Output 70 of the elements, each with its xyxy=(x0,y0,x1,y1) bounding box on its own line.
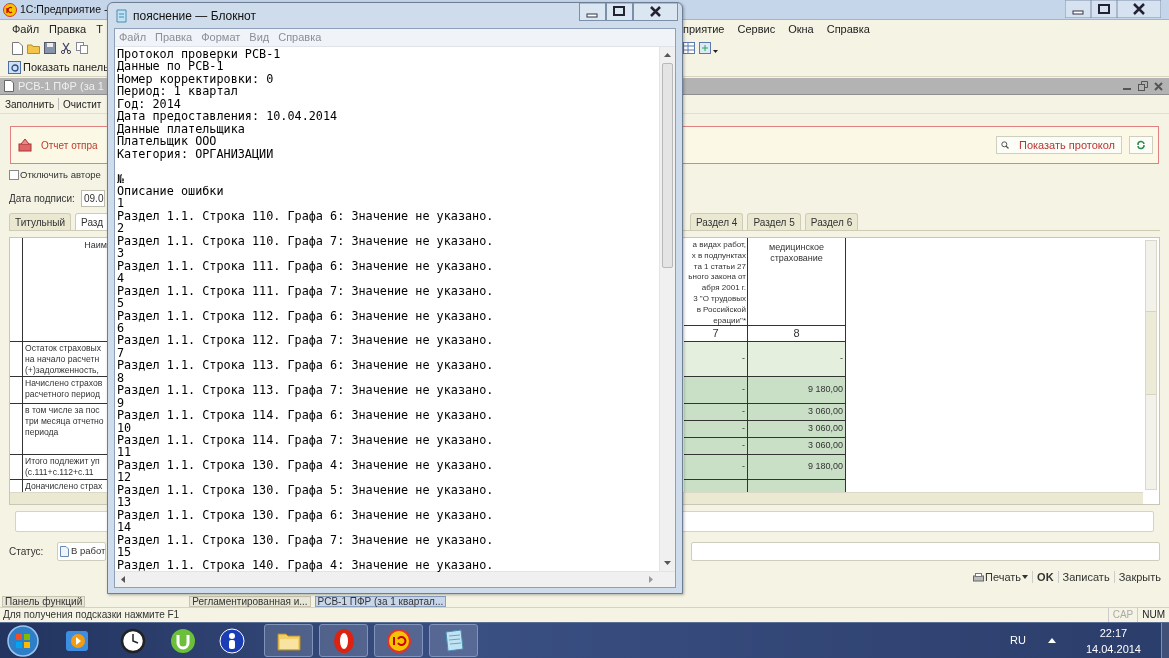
row-label: Остаток страховых на начало расчетн (+)задолженность, xyxy=(24,342,102,376)
column-number: 7 xyxy=(684,326,748,341)
window-title: пояснение — Блокнот xyxy=(133,7,256,25)
text-line: Описание ошибки xyxy=(117,184,224,198)
error-text: Раздел 1.1. Строка 112. Графа 6: Значение не указано. xyxy=(117,309,494,322)
text-line: Дата предоставления: 10.04.2014 xyxy=(117,110,338,123)
error-text: Раздел 1.1. Строка 113. Графа 6: Значение не указано. xyxy=(117,359,494,372)
error-text: Раздел 1.1. Строка 130. Графа 7: Значение не указано. xyxy=(117,533,494,547)
table-cell: 3 060,00 xyxy=(748,404,846,420)
table-cell: - xyxy=(684,438,748,454)
table-cell: 9 180,00 xyxy=(748,455,846,479)
table-cell: - xyxy=(748,342,846,376)
error-text: Раздел 1.1. Строка 114. Графа 6: Значение не указано. xyxy=(117,409,494,422)
text-line: Период: 1 квартал xyxy=(117,85,238,98)
error-number: 6 xyxy=(117,321,125,335)
error-number: 13 xyxy=(117,496,132,509)
error-number: 4 xyxy=(117,272,125,285)
error-number: 8 xyxy=(117,371,125,385)
error-number: 15 xyxy=(117,546,132,559)
row-label: в том числе за пос три месяца отчетно периода xyxy=(24,404,105,439)
table-cell: 3 060,00 xyxy=(748,438,846,454)
error-number: 7 xyxy=(117,346,125,360)
error-text: Раздел 1.1. Строка 111. Графа 7: Значение не указано. xyxy=(117,284,494,298)
text-line: Год: 2014 xyxy=(117,97,181,111)
error-number: 9 xyxy=(117,396,125,410)
text-line: Данные плательщика xyxy=(117,122,245,136)
table-cell: - xyxy=(684,421,748,437)
table-cell: - xyxy=(684,342,748,376)
column-header: а видах работ, х в подпунктах та 1 статьи 27 ьного закона от абря 2001 г. 3 "О трудовых в Российской ерации"* xyxy=(684,238,748,325)
text-line: № xyxy=(117,172,125,185)
error-text: Раздел 1.1. Строка 130. Графа 6: Значение не указано. xyxy=(117,508,494,522)
error-text: Раздел 1.1. Строка 112. Графа 7: Значение не указано. xyxy=(117,334,494,347)
error-text: Раздел 1.1. Строка 111. Графа 6: Значение не указано. xyxy=(117,259,494,273)
error-number: 1 xyxy=(117,197,125,210)
error-number: 5 xyxy=(117,297,125,310)
window-title: 1С:Предприятие - xyxy=(20,1,108,17)
error-number: 10 xyxy=(117,421,132,435)
checkbox-label: Отключить авторе xyxy=(20,167,101,182)
text-line: Категория: ОРГАНИЗАЦИИ xyxy=(117,147,274,161)
row-label: Доначислено страх xyxy=(24,480,104,493)
text-line: Протокол проверки РСВ-1 xyxy=(117,48,281,61)
text-line: Данные по РСВ-1 xyxy=(117,60,224,73)
table-cell: - xyxy=(684,455,748,479)
column-header: медицинское страхование xyxy=(748,238,846,325)
field-label: Дата подписи: xyxy=(9,191,76,206)
error-text: Раздел 1.1. Строка 110. Графа 6: Значение не указано. xyxy=(117,209,494,223)
table-cell: - xyxy=(684,377,748,403)
table-cell: 3 060,00 xyxy=(748,421,846,437)
error-number: 14 xyxy=(117,521,132,534)
error-text: Раздел 1.1. Строка 130. Графа 4: Значение не указано. xyxy=(117,458,494,472)
table-cell: - xyxy=(684,404,748,420)
column-header: Наим xyxy=(83,239,108,252)
row-label: Итого подлежит уп (с.111+с.112+с.11 xyxy=(24,455,101,479)
error-text: Раздел 1.1. Строка 110. Графа 7: Значение не указано. xyxy=(117,234,494,248)
column-number: 8 xyxy=(748,326,846,341)
error-text: Раздел 1.1. Строка 140. Графа 4: Значение не указано. xyxy=(117,558,494,571)
field-label: Статус: xyxy=(9,544,45,559)
text-line: Номер корректировки: 0 xyxy=(117,72,274,86)
error-number: 12 xyxy=(117,471,132,484)
error-text: Раздел 1.1. Строка 130. Графа 5: Значение не указано. xyxy=(117,483,494,497)
error-number: 11 xyxy=(117,446,132,459)
row-label: Начислено страхов расчетного период xyxy=(24,377,104,401)
error-text: Раздел 1.1. Строка 113. Графа 7: Значение не указано. xyxy=(117,384,494,397)
message-text: Отчет отпра xyxy=(41,138,98,153)
error-number: 3 xyxy=(117,247,125,260)
hint-text: Для получения подсказки нажмите F1 xyxy=(2,608,180,622)
error-text: Раздел 1.1. Строка 114. Графа 7: Значение не указано. xyxy=(117,434,494,447)
error-number: 2 xyxy=(117,222,125,235)
table-cell: 9 180,00 xyxy=(748,377,846,403)
text-line: Плательщик ООО xyxy=(117,135,217,148)
